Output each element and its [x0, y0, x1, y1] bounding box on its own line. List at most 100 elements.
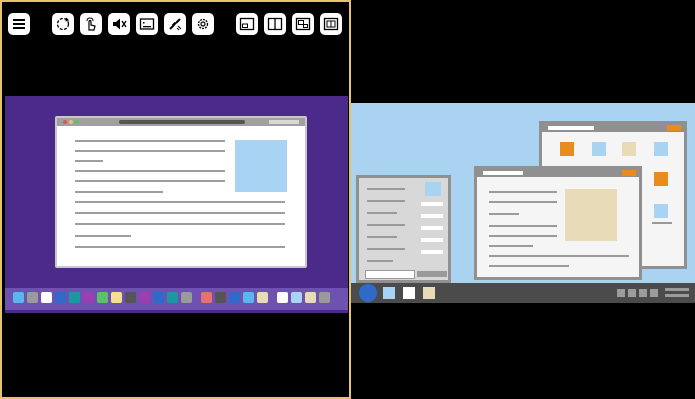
dock-app-icon: [153, 292, 164, 303]
content-line: [489, 235, 557, 237]
dock-app-icon: [97, 292, 108, 303]
refresh-icon: [56, 17, 70, 31]
file-icon: [654, 142, 668, 156]
sidebar-button: [421, 226, 443, 230]
dock-app-icon: [277, 292, 288, 303]
content-line: [489, 213, 519, 215]
view-quad-icon: [323, 17, 339, 31]
settings-button[interactable]: [192, 13, 214, 35]
window-titlebar: [542, 124, 684, 132]
content-line: [75, 191, 163, 193]
dock-app-icon: [319, 292, 330, 303]
mac-browser-window: [55, 116, 307, 268]
mac-window-title-bar: [119, 120, 245, 124]
start-button-icon: [359, 284, 377, 302]
dock-app-icon: [243, 292, 254, 303]
sidebar-line: [367, 248, 405, 250]
dock-app-icon: [13, 292, 24, 303]
gear-icon: [197, 18, 209, 30]
content-line: [489, 201, 557, 203]
sidebar-button: [421, 238, 443, 242]
disconnect-button[interactable]: [164, 13, 186, 35]
tray-clock: [665, 294, 689, 297]
content-line: [489, 255, 629, 257]
dock-app-icon: [201, 292, 212, 303]
file-icon: [592, 142, 606, 156]
taskbar-app-icon: [423, 287, 435, 299]
window-zoom-dot: [75, 120, 79, 124]
sidebar-button: [421, 214, 443, 218]
mute-button[interactable]: [108, 13, 130, 35]
document-window: [474, 166, 642, 280]
content-line: [75, 201, 285, 203]
touch-button[interactable]: [80, 13, 102, 35]
dock-app-icon: [305, 292, 316, 303]
content-line: [75, 170, 225, 172]
dock-app-icon: [181, 292, 192, 303]
windows-desktop-preview: [351, 103, 695, 300]
taskbar-app-icon: [403, 287, 415, 299]
content-image: [565, 189, 617, 241]
file-icon: [560, 142, 574, 156]
tray-icon: [639, 289, 647, 297]
keyboard-icon: [139, 18, 155, 30]
file-label: [652, 222, 672, 224]
dock-app-icon: [257, 292, 268, 303]
dock-app-icon: [167, 292, 178, 303]
session-toolbar: [8, 12, 342, 36]
content-line: [489, 265, 569, 267]
sidebar-line: [367, 188, 405, 190]
content-line: [489, 245, 533, 247]
view-single-button[interactable]: [236, 13, 258, 35]
sidebar-line: [367, 224, 405, 226]
sidebar-footer-field: [365, 270, 415, 279]
tray-icon: [617, 289, 625, 297]
window-title: [548, 126, 594, 130]
tray-clock: [665, 288, 689, 291]
content-line: [75, 235, 131, 237]
close-button: [622, 170, 636, 176]
content-line: [75, 150, 225, 152]
mac-window-address: [269, 120, 299, 124]
view-pip-button[interactable]: [292, 13, 314, 35]
mac-desktop-preview: [5, 96, 348, 313]
view-single-icon: [239, 17, 255, 31]
sidebar-line: [367, 260, 393, 262]
content-line: [489, 191, 557, 193]
tray-icon: [628, 289, 636, 297]
mac-window-titlebar: [57, 118, 305, 126]
window-minimize-dot: [69, 120, 73, 124]
sidebar-footer-button: [417, 271, 447, 277]
disconnect-icon: [169, 18, 182, 31]
sidebar-button: [421, 250, 443, 254]
dock-app-icon: [229, 292, 240, 303]
tray-icon: [650, 289, 658, 297]
keyboard-button[interactable]: [136, 13, 158, 35]
content-line: [75, 140, 225, 142]
sidebar-window: [356, 175, 451, 283]
taskbar-app-icon: [383, 287, 395, 299]
content-line: [75, 180, 225, 182]
view-pip-icon: [295, 17, 311, 31]
window-title: [483, 171, 523, 175]
sidebar-line: [367, 236, 397, 238]
dock-app-icon: [139, 292, 150, 303]
dock-app-icon: [41, 292, 52, 303]
view-quad-button[interactable]: [320, 13, 342, 35]
dock-app-icon: [215, 292, 226, 303]
dock-app-icon: [125, 292, 136, 303]
content-line: [75, 160, 103, 162]
file-icon: [654, 172, 668, 186]
content-line: [75, 212, 285, 214]
mac-dock: [5, 288, 348, 310]
dock-app-icon: [83, 292, 94, 303]
content-line: [75, 223, 285, 225]
touch-icon: [86, 17, 96, 31]
dock-app-icon: [27, 292, 38, 303]
menu-button[interactable]: [8, 13, 30, 35]
dock-app-icon: [291, 292, 302, 303]
view-split-button[interactable]: [264, 13, 286, 35]
dock-app-icon: [111, 292, 122, 303]
dock-app-icon: [69, 292, 80, 303]
refresh-button[interactable]: [52, 13, 74, 35]
